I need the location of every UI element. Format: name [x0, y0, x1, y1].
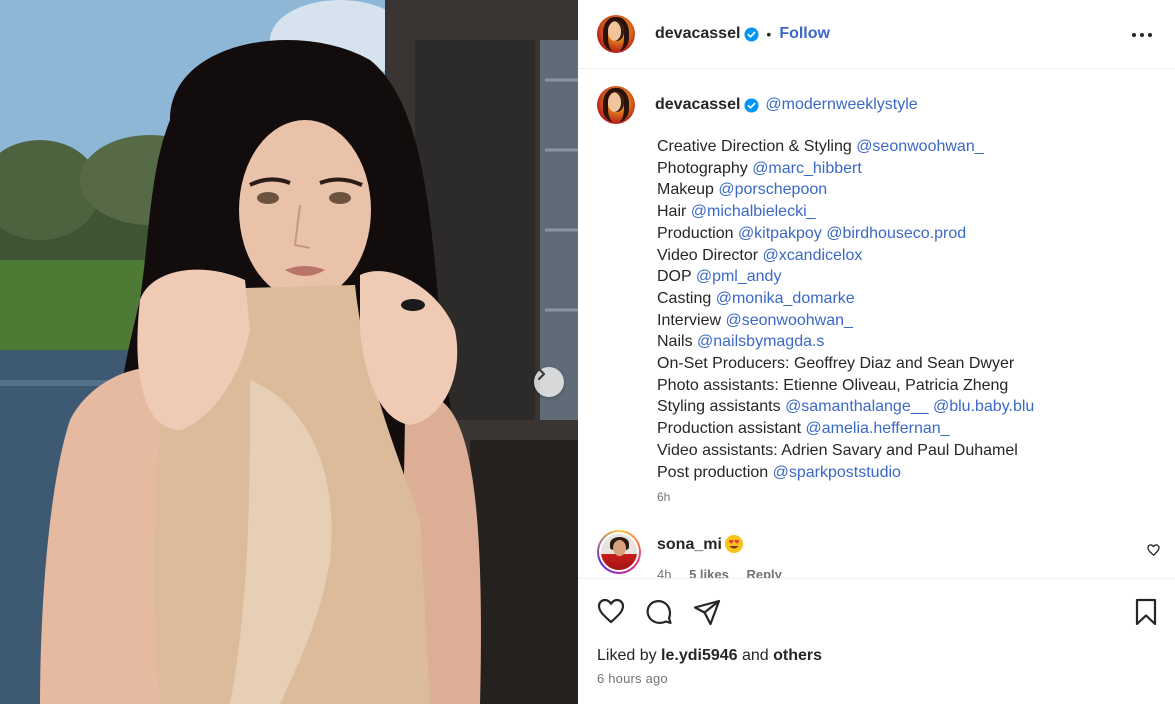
post-caption: devacassel @modernweeklystyle Creative D…: [597, 86, 1157, 504]
caption-timestamp: 6h: [657, 490, 671, 505]
post-photo-illustration: [0, 0, 578, 704]
caption-credit-line: Production assistant @amelia.heffernan_: [657, 418, 1157, 440]
liked-user-link[interactable]: le.ydi5946: [661, 647, 738, 664]
next-image-button[interactable]: [534, 367, 564, 397]
author-avatar[interactable]: [597, 15, 635, 53]
caption-credit-line: Styling assistants @samanthalange__ @blu…: [657, 396, 1157, 418]
caption-credit-text: Creative Direction & Styling: [657, 138, 857, 155]
heart-icon[interactable]: [597, 598, 625, 624]
caption-credit-line: On-Set Producers: Geoffrey Diaz and Sean…: [657, 353, 1157, 375]
caption-mention-link[interactable]: @samanthalange__: [785, 398, 928, 415]
caption-credit-text: On-Set Producers: Geoffrey Diaz and Sean…: [657, 355, 1015, 373]
caption-credit-text: Interview: [657, 311, 726, 329]
caption-credit-line: DOP @pml_andy: [657, 266, 1157, 288]
bookmark-icon[interactable]: [1134, 598, 1158, 626]
caption-credit-line: Photo assistants: Etienne Oliveau, Patri…: [657, 375, 1157, 397]
caption-mention-link[interactable]: @birdhouseco.prod: [826, 225, 966, 242]
more-options-icon[interactable]: [1131, 24, 1153, 46]
caption-credit-text: Post production: [657, 463, 773, 481]
caption-credit-line: Nails @nailsbymagda.s: [657, 331, 1157, 353]
caption-mention-link[interactable]: @amelia.heffernan_: [806, 420, 950, 437]
caption-author-username[interactable]: devacassel: [655, 96, 740, 114]
caption-mention-link[interactable]: @xcandicelox: [763, 247, 863, 264]
separator-dot: •: [766, 26, 772, 42]
verified-badge-icon: [744, 26, 759, 42]
caption-tag-link[interactable]: @modernweeklystyle: [765, 96, 917, 114]
liked-and: and: [737, 647, 774, 664]
caption-credit-line: Makeup @porschepoon: [657, 179, 1157, 201]
liked-prefix: Liked by: [597, 647, 662, 664]
comment-item: sona_mi 4h 5 likes Reply: [597, 530, 1157, 578]
caption-mention-link[interactable]: @sparkpoststudio: [773, 464, 901, 481]
caption-credit-text: Styling assistants: [657, 398, 786, 416]
caption-mention-link[interactable]: @porschepoon: [718, 181, 827, 198]
comment-reply-button[interactable]: Reply: [746, 567, 781, 578]
liked-others-link[interactable]: others: [773, 647, 822, 664]
caption-mention-link[interactable]: @nailsbymagda.s: [697, 333, 824, 350]
caption-credit-line: Video Director @xcandicelox: [657, 245, 1157, 267]
chevron-right-icon: [537, 367, 546, 381]
caption-credit-text: Hair: [657, 203, 691, 221]
commenter-avatar[interactable]: [597, 530, 641, 574]
verified-badge-icon: [744, 97, 759, 113]
caption-mention-link[interactable]: @blu.baby.blu: [933, 398, 1034, 415]
post-details-panel: devacassel • Follow devacassel @modernwe…: [578, 0, 1175, 704]
caption-mention-link[interactable]: @seonwoohwan_: [856, 138, 983, 155]
caption-credit-text: Video Director: [657, 246, 763, 264]
comment-like-heart-icon[interactable]: [1147, 544, 1160, 556]
comment-likes-count[interactable]: 5 likes: [689, 567, 729, 578]
caption-credit-text: Makeup: [657, 181, 719, 199]
caption-credit-text: Photo assistants: Etienne Oliveau, Patri…: [657, 376, 1009, 394]
caption-author-avatar[interactable]: [597, 86, 635, 124]
caption-mention-link[interactable]: @pml_andy: [696, 268, 782, 285]
post-timestamp: 6 hours ago: [597, 671, 668, 686]
caption-credits: Creative Direction & Styling @seonwoohwa…: [657, 136, 1157, 483]
caption-mention-link[interactable]: @michalbielecki_: [691, 203, 816, 220]
caption-credit-text: Production assistant: [657, 420, 806, 438]
commenter-username[interactable]: sona_mi: [657, 536, 722, 554]
caption-credit-text: Nails: [657, 333, 698, 351]
caption-credit-line: Post production @sparkpoststudio: [657, 462, 1157, 484]
caption-credit-line: Interview @seonwoohwan_: [657, 310, 1157, 332]
caption-mention-link[interactable]: @kitpakpoy: [738, 225, 822, 242]
caption-credit-line: Creative Direction & Styling @seonwoohwa…: [657, 136, 1157, 158]
caption-credit-line: Production @kitpakpoy @birdhouseco.prod: [657, 223, 1157, 245]
heart-eyes-emoji-icon: [725, 535, 743, 553]
author-username[interactable]: devacassel: [655, 25, 740, 43]
post-header: devacassel • Follow: [578, 0, 1175, 69]
share-icon[interactable]: [693, 598, 721, 626]
caption-credit-text: DOP: [657, 268, 696, 286]
caption-credit-line: Casting @monika_domarke: [657, 288, 1157, 310]
follow-button[interactable]: Follow: [779, 25, 830, 43]
caption-mention-link[interactable]: @seonwoohwan_: [725, 312, 852, 329]
caption-credit-text: Video assistants: Adrien Savary and Paul…: [657, 441, 1018, 459]
comment-icon[interactable]: [645, 598, 673, 626]
post-actions: Liked by le.ydi5946 and others 6 hours a…: [578, 578, 1175, 704]
caption-mention-link[interactable]: @monika_domarke: [716, 290, 855, 307]
post-image[interactable]: [0, 0, 578, 704]
caption-credit-text: Production: [657, 224, 738, 242]
caption-credit-text: Casting: [657, 289, 716, 307]
caption-credit-line: Hair @michalbielecki_: [657, 201, 1157, 223]
caption-credit-text: Photography: [657, 159, 753, 177]
caption-credit-line: Video assistants: Adrien Savary and Paul…: [657, 440, 1157, 462]
caption-credit-line: Photography @marc_hibbert: [657, 158, 1157, 180]
caption-mention-link[interactable]: @marc_hibbert: [752, 160, 862, 177]
comment-timestamp: 4h: [657, 567, 672, 578]
liked-by-text: Liked by le.ydi5946 and others: [597, 647, 822, 665]
